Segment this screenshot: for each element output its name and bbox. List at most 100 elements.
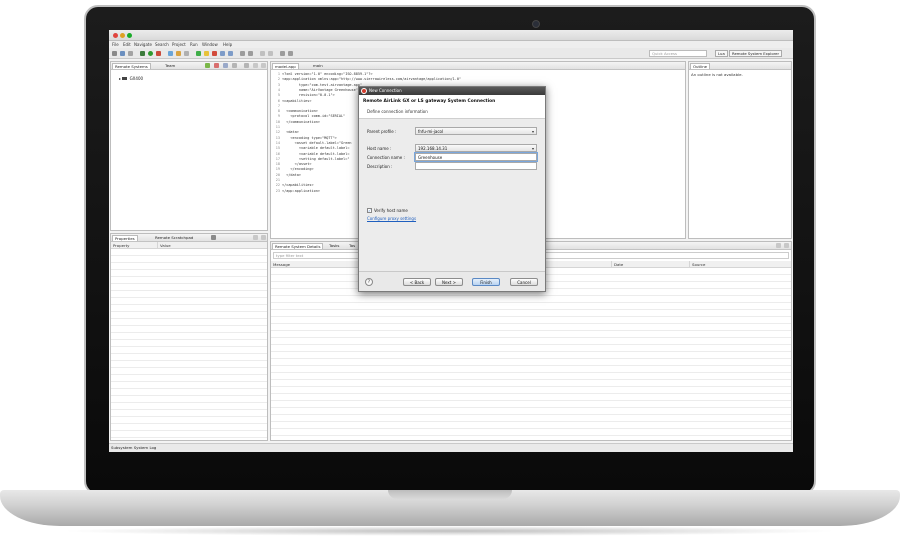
tab-tasks-secondary[interactable]: Tas: [347, 243, 357, 249]
table-row[interactable]: [111, 270, 267, 277]
forward-icon[interactable]: [268, 51, 273, 56]
table-row[interactable]: [111, 403, 267, 410]
table-row[interactable]: [111, 368, 267, 375]
table-row[interactable]: [111, 312, 267, 319]
new-connection-icon[interactable]: [205, 63, 210, 68]
tab-main[interactable]: main: [311, 63, 325, 69]
debug-icon[interactable]: [140, 51, 145, 56]
table-row[interactable]: [271, 387, 791, 394]
tab-remote-system-details[interactable]: Remote System Details: [272, 243, 324, 249]
table-row[interactable]: [271, 359, 791, 366]
table-row[interactable]: [271, 394, 791, 401]
table-row[interactable]: [111, 340, 267, 347]
column-header-property[interactable]: Property: [111, 242, 157, 249]
dialog-titlebar[interactable]: New Connection: [359, 87, 545, 95]
quick-access-input[interactable]: Quick Access: [649, 50, 707, 57]
table-row[interactable]: [111, 326, 267, 333]
table-row[interactable]: [111, 375, 267, 382]
stop-icon[interactable]: [212, 51, 217, 56]
table-row[interactable]: [271, 366, 791, 373]
table-row[interactable]: [271, 429, 791, 436]
menu-navigate[interactable]: Navigate: [134, 42, 152, 47]
table-row[interactable]: [111, 347, 267, 354]
table-row[interactable]: [271, 380, 791, 387]
cancel-button[interactable]: Cancel: [510, 278, 538, 286]
tab-remote-scratchpad[interactable]: Remote Scratchpad: [153, 235, 195, 241]
table-row[interactable]: [111, 277, 267, 284]
pin-icon[interactable]: [288, 51, 293, 56]
table-row[interactable]: [271, 415, 791, 422]
tab-outline[interactable]: Outline: [690, 63, 711, 69]
perspective-remote-system-explorer[interactable]: Remote System Explorer: [729, 50, 783, 57]
perspective-lua[interactable]: Lua: [715, 50, 728, 57]
collapse-all-icon[interactable]: [223, 63, 228, 68]
menu-project[interactable]: Project: [172, 42, 186, 47]
minimize-window-button[interactable]: [120, 33, 125, 38]
table-row[interactable]: [271, 331, 791, 338]
menu-file[interactable]: File: [112, 42, 119, 47]
connect-icon[interactable]: [240, 51, 245, 56]
connection-name-input[interactable]: Greenhouse: [415, 153, 537, 161]
table-row[interactable]: [111, 396, 267, 403]
table-row[interactable]: [271, 296, 791, 303]
maximize-window-button[interactable]: [127, 33, 132, 38]
table-row[interactable]: [111, 291, 267, 298]
table-row[interactable]: [111, 417, 267, 424]
show-categories-icon[interactable]: [211, 235, 216, 240]
table-row[interactable]: [271, 408, 791, 415]
maximize-panel-icon[interactable]: [261, 63, 266, 68]
menu-help[interactable]: Help: [223, 42, 232, 47]
minimize-panel-icon[interactable]: [776, 243, 781, 248]
minimize-panel-icon[interactable]: [253, 235, 258, 240]
close-window-button[interactable]: [113, 33, 118, 38]
table-row[interactable]: [111, 354, 267, 361]
maximize-panel-icon[interactable]: [261, 235, 266, 240]
back-icon[interactable]: [260, 51, 265, 56]
tab-team[interactable]: Team: [163, 63, 177, 69]
refresh-icon[interactable]: [214, 63, 219, 68]
table-row[interactable]: [111, 389, 267, 396]
table-row[interactable]: [271, 310, 791, 317]
table-row[interactable]: [111, 263, 267, 270]
table-row[interactable]: [111, 410, 267, 417]
finish-button[interactable]: Finish: [472, 278, 500, 286]
verify-host-checkbox[interactable]: ✓: [367, 208, 372, 213]
external-tools-icon[interactable]: [156, 51, 161, 56]
new-project-icon[interactable]: [168, 51, 173, 56]
view-menu-icon[interactable]: [244, 63, 249, 68]
table-row[interactable]: [271, 352, 791, 359]
next-button[interactable]: Next >: [435, 278, 463, 286]
description-input[interactable]: [415, 162, 537, 170]
host-name-input[interactable]: 192.168.14.31 ▾: [415, 144, 537, 152]
table-row[interactable]: [111, 382, 267, 389]
tab-properties[interactable]: Properties: [112, 235, 138, 241]
table-row[interactable]: [271, 324, 791, 331]
play-icon[interactable]: [196, 51, 201, 56]
back-button[interactable]: < Back: [403, 278, 431, 286]
step-over-icon[interactable]: [228, 51, 233, 56]
save-icon[interactable]: [120, 51, 125, 56]
new-icon[interactable]: [112, 51, 117, 56]
search-icon[interactable]: [184, 51, 189, 56]
table-row[interactable]: [111, 319, 267, 326]
column-header-date[interactable]: Date: [611, 261, 689, 268]
run-icon[interactable]: [148, 51, 153, 56]
help-button[interactable]: ?: [365, 278, 373, 286]
table-row[interactable]: [111, 305, 267, 312]
print-icon[interactable]: [128, 51, 133, 56]
step-into-icon[interactable]: [220, 51, 225, 56]
tab-model-app[interactable]: model.app: [272, 63, 299, 69]
tree-item-gx400[interactable]: ▸ GX400: [119, 76, 143, 81]
tab-tasks[interactable]: Tasks: [327, 243, 341, 249]
table-row[interactable]: [271, 401, 791, 408]
table-row[interactable]: [111, 361, 267, 368]
minimize-panel-icon[interactable]: [253, 63, 258, 68]
table-row[interactable]: [271, 422, 791, 429]
table-row[interactable]: [111, 424, 267, 431]
table-row[interactable]: [271, 303, 791, 310]
menu-edit[interactable]: Edit: [123, 42, 131, 47]
table-row[interactable]: [111, 298, 267, 305]
table-row[interactable]: [271, 345, 791, 352]
menu-window[interactable]: Window: [202, 42, 218, 47]
configure-proxy-link[interactable]: Configure proxy settings: [367, 216, 416, 221]
